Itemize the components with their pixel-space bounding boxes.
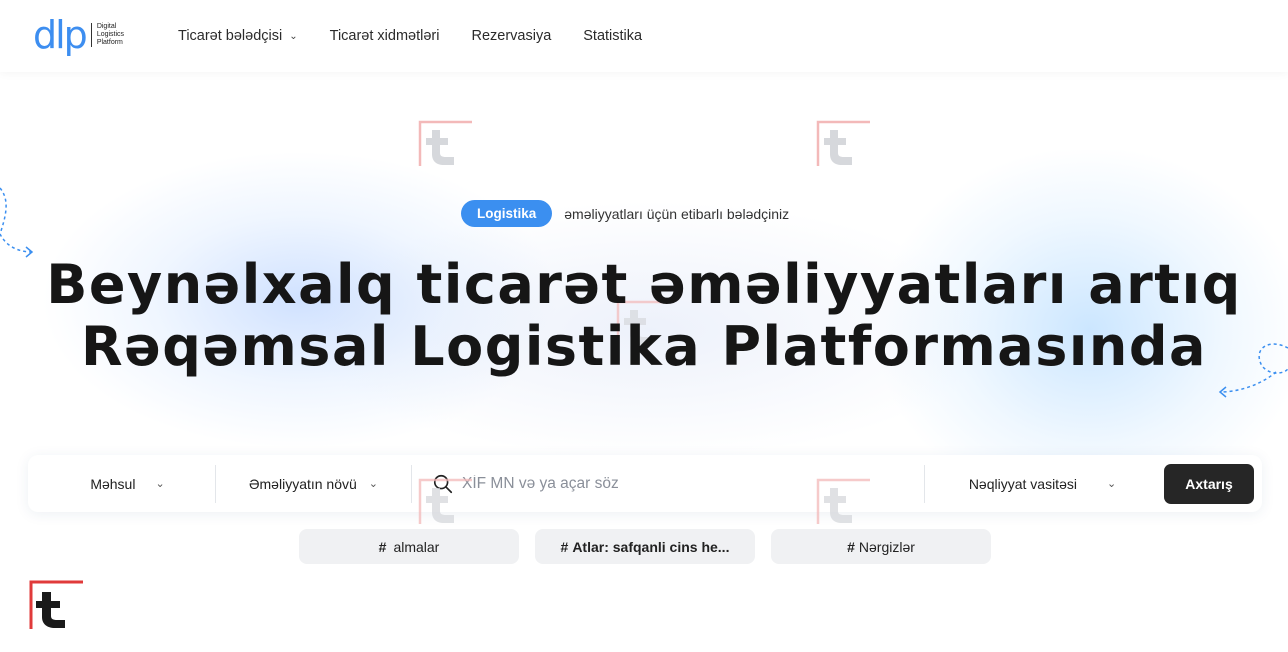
nav-item-label: Ticarət bələdçisi <box>178 28 283 44</box>
nav-item-trade-guide[interactable]: Ticarət bələdçisi ⌄ <box>178 28 298 44</box>
tl-brand-logo-icon[interactable] <box>29 580 83 630</box>
chevron-down-icon: ⌄ <box>368 478 379 490</box>
nav-item-reservation[interactable]: Rezervasiya <box>471 28 551 44</box>
tag-label: Atlar: safqanli cins he... <box>572 538 730 555</box>
hero-tagline: Logistika əməliyyatları üçün etibarlı bə… <box>461 200 789 227</box>
dlp-logo[interactable]: dlp Digital Logistics Platform <box>33 15 124 55</box>
tag-chip[interactable]: # almalar <box>299 529 519 564</box>
hero-section: Beynəlxalq ticarət əməliyyatları artıq R… <box>0 254 1288 378</box>
tl-logo-icon <box>816 478 870 526</box>
hash-icon: # <box>378 538 387 555</box>
nav-item-trade-services[interactable]: Ticarət xidmətləri <box>330 28 440 44</box>
main-nav: Ticarət bələdçisi ⌄ Ticarət xidmətləri R… <box>178 28 674 44</box>
badge-caption: əməliyyatları üçün etibarlı bələdçiniz <box>564 205 790 222</box>
vehicle-select-value: Nəqliyyat vasitəsi <box>968 475 1077 492</box>
chevron-down-icon: ⌄ <box>289 30 298 42</box>
logo-mark: dlp <box>33 13 88 57</box>
tag-chip[interactable]: # Atlar: safqanli cins he... <box>535 529 755 564</box>
search-button[interactable]: Axtarış <box>1164 463 1254 504</box>
operation-type-select[interactable]: Əməliyyatın növü ⌄ <box>216 465 411 503</box>
nav-item-statistics[interactable]: Statistika <box>583 28 642 44</box>
tag-chip[interactable]: # Nərgizlər <box>771 529 991 564</box>
tag-label: Nərgizlər <box>858 538 915 555</box>
hash-icon: # <box>560 538 569 555</box>
operation-type-value: Əməliyyatın növü <box>248 475 357 492</box>
tl-logo-icon <box>418 478 472 526</box>
dashed-arrow-icon <box>0 187 34 258</box>
hero-title-line: Beynəlxalq ticarət əməliyyatları artıq <box>46 253 1242 316</box>
product-select[interactable]: Məhsul ⌄ <box>28 465 215 503</box>
search-bar: Məhsul ⌄ Əməliyyatın növü ⌄ Nəqliyyat va… <box>28 455 1262 512</box>
logo-line: Platform <box>96 39 123 46</box>
tag-label: almalar <box>393 538 440 555</box>
tl-logo-icon <box>418 120 472 168</box>
nav-item-label: Statistika <box>583 28 643 44</box>
site-header: dlp Digital Logistics Platform Ticarət b… <box>0 0 1288 72</box>
product-select-value: Məhsul <box>90 475 136 492</box>
tl-logo-icon <box>816 120 870 168</box>
logo-separator <box>90 23 92 47</box>
logo-line: Digital <box>96 23 117 30</box>
logistics-badge: Logistika <box>461 200 553 227</box>
logo-line: Logistics <box>96 31 125 38</box>
hero-title-line: Rəqəmsal Logistika Platformasında <box>81 315 1207 378</box>
chevron-down-icon: ⌄ <box>155 478 165 490</box>
vehicle-select[interactable]: Nəqliyyat vasitəsi ⌄ <box>925 465 1160 503</box>
nav-item-label: Rezervasiya <box>471 28 552 44</box>
hash-icon: # <box>847 538 855 555</box>
hero-title: Beynəlxalq ticarət əməliyyatları artıq R… <box>0 254 1288 378</box>
logo-wordmark: Digital Logistics Platform <box>97 23 124 47</box>
popular-tags: # almalar # Atlar: safqanli cins he... #… <box>299 529 991 564</box>
chevron-down-icon: ⌄ <box>1106 478 1117 490</box>
nav-item-label: Ticarət xidmətləri <box>329 28 440 44</box>
